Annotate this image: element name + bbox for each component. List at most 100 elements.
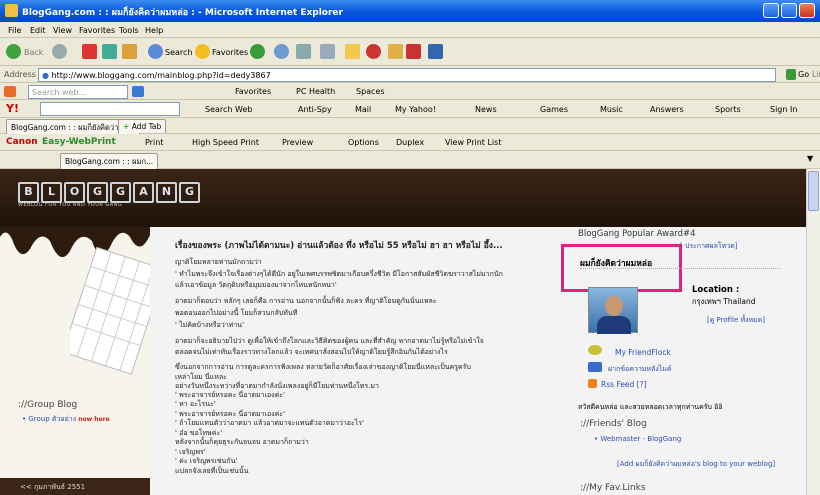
tab-list-arrow-icon[interactable]: ▼ [807, 154, 813, 163]
yahoo-news[interactable]: News [475, 105, 497, 114]
research-icon[interactable] [388, 44, 403, 59]
post-title[interactable]: เรื่องของพระ (ภาพไม่ได้ตามนะ) อ่านแล้วต้… [175, 238, 503, 252]
month-nav[interactable]: << กุมภาพันธ์ 2551 [0, 478, 150, 495]
canon-print[interactable]: Print [145, 138, 163, 147]
close-button[interactable] [799, 3, 815, 18]
msn-search-icon[interactable] [132, 86, 144, 97]
window-title: BlogGang.com : : ผมก็ยังคิดว่าผมหล่อ : -… [22, 8, 343, 18]
page-icon: ● [42, 71, 52, 80]
profile-link[interactable]: [ดู Profile ทั้งหมด] [707, 315, 765, 326]
friends-blog-title: ://Friends' Blog [580, 419, 647, 429]
vertical-scrollbar[interactable] [806, 169, 820, 495]
post-line: อาตมาก็จะอธิบายไปว่า ดูเพื่อให้เข้าถึงโล… [175, 337, 484, 345]
friendflock-link[interactable]: My FriendFlock [615, 348, 671, 357]
forward-icon[interactable] [52, 44, 67, 59]
yahoo-games[interactable]: Games [540, 105, 568, 114]
folder-icon[interactable] [345, 44, 360, 59]
yahoo-mail[interactable]: Mail [355, 105, 371, 114]
yahoo-search-input[interactable] [40, 102, 180, 116]
yahoo-search-web[interactable]: Search Web [205, 105, 252, 114]
back-icon[interactable] [6, 44, 21, 59]
canon-viewlist[interactable]: View Print List [445, 138, 501, 147]
menu-bar: File Edit View Favorites Tools Help [0, 22, 820, 38]
search-label[interactable]: Search [165, 48, 192, 57]
canon-product[interactable]: Easy-WebPrint [42, 137, 116, 147]
rss-link[interactable]: Rss Feed [?] [601, 380, 647, 389]
friendflock-icon [588, 345, 602, 355]
menu-edit[interactable]: Edit [30, 26, 46, 35]
yahoo-answers[interactable]: Answers [650, 105, 684, 114]
favorites-label[interactable]: Favorites [212, 48, 248, 57]
add-to-weblog-link[interactable]: [Add ผมก็ยังคิดว่าผมหล่อ's blog to your … [617, 459, 775, 470]
msn-favorites[interactable]: Favorites [235, 87, 271, 96]
avatar[interactable] [588, 287, 638, 334]
address-bar: Address ● http://www.bloggang.com/mainbl… [0, 66, 820, 83]
favorites-star-icon[interactable] [195, 44, 210, 59]
menu-favorites[interactable]: Favorites [79, 26, 115, 35]
maximize-button[interactable] [781, 3, 797, 18]
post-line: อาตมาก็ตอบว่า หลักๆ เลยก็คือ การอ่าน นอก… [175, 297, 437, 305]
group-blog-item[interactable]: • Group ตัวอย่าง now here [22, 414, 110, 425]
yahoo-logo[interactable]: Y! [6, 102, 19, 115]
yahoo-myyahoo[interactable]: My Yahoo! [395, 105, 436, 114]
yahoo-antispy[interactable]: Anti-Spy [298, 105, 332, 114]
yahoo-signin[interactable]: Sign In [770, 105, 797, 114]
print-icon[interactable] [296, 44, 311, 59]
divider [580, 268, 780, 269]
avatar-face [605, 296, 623, 316]
greeting-text: สวัสดีคนหล่อ และสวยหลอดเวลาทุกท่านครับ อ… [578, 403, 723, 411]
msn-search-input[interactable]: Search web... [28, 85, 128, 99]
stop-icon[interactable] [82, 44, 97, 59]
links-icon[interactable] [428, 44, 443, 59]
menu-view[interactable]: View [53, 26, 72, 35]
msn-spaces[interactable]: Spaces [356, 87, 385, 96]
media-icon[interactable] [406, 44, 421, 59]
menu-file[interactable]: File [8, 26, 21, 35]
fav-tab[interactable]: BlogGang.com : : ผมก... [60, 153, 159, 170]
webmaster-link[interactable]: • Webmaster - BlogGang [594, 435, 681, 443]
msn-pchealth[interactable]: PC Health [296, 87, 335, 96]
minimize-button[interactable] [763, 3, 779, 18]
yahoo-sports[interactable]: Sports [715, 105, 741, 114]
award-link[interactable]: [ ประกาศผลโหวต] [680, 241, 738, 252]
location-value: กรุงเทพฯ Thailand [692, 297, 756, 306]
canon-toolbar: Canon Easy-WebPrint Print High Speed Pri… [0, 134, 820, 151]
menu-help[interactable]: Help [145, 26, 163, 35]
logo-tagline: WEBLOG FOR YOU AND YOUR GANG [18, 202, 123, 208]
award-title: BlogGang Popular Award#4 [578, 229, 696, 239]
send-message-link[interactable]: ฝากข้อความหลังไมค์ [608, 364, 672, 375]
search-icon[interactable] [148, 44, 163, 59]
address-input[interactable]: ● http://www.bloggang.com/mainblog.php?i… [38, 68, 776, 82]
canon-duplex[interactable]: Duplex [396, 138, 424, 147]
refresh-icon[interactable] [102, 44, 117, 59]
mail-icon[interactable] [274, 44, 289, 59]
back-label: Back [24, 48, 44, 57]
canon-logo: Canon [6, 137, 38, 147]
home-icon[interactable] [122, 44, 137, 59]
canon-options[interactable]: Options [348, 138, 379, 147]
edit-icon[interactable] [320, 44, 335, 59]
post-line: ' ไม่คิดบ้างหรือว่าท่าน' [175, 321, 244, 329]
links-label[interactable]: Lin [812, 70, 820, 79]
yahoo-music[interactable]: Music [600, 105, 623, 114]
standard-toolbar: Back Search Favorites [0, 38, 820, 66]
msn-toolbar: Search web... Favorites PC Health Spaces [0, 83, 820, 100]
history-icon[interactable] [250, 44, 265, 59]
title-bar: BlogGang.com : : ผมก็ยังคิดว่าผมหล่อ : -… [0, 0, 820, 22]
message-icon [588, 362, 602, 372]
ie-icon [5, 4, 18, 17]
canon-preview[interactable]: Preview [282, 138, 313, 147]
fav-links-title: ://My Fav.Links [580, 483, 646, 493]
messenger-icon[interactable] [366, 44, 381, 59]
address-url: http://www.bloggang.com/mainblog.php?id=… [51, 71, 271, 80]
menu-tools[interactable]: Tools [119, 26, 139, 35]
go-label[interactable]: Go [798, 70, 809, 79]
go-icon[interactable] [786, 69, 796, 80]
msn-icon[interactable] [4, 86, 16, 97]
calendar-graphic [70, 246, 150, 375]
canon-hsprint[interactable]: High Speed Print [192, 138, 259, 147]
bloggang-logo[interactable]: BLOGGANG [18, 182, 200, 203]
add-tab-button[interactable]: + Add Tab [118, 119, 167, 133]
scrollbar-thumb[interactable] [808, 171, 819, 211]
post-line: ตลอดจนไม่เท่าทันเรื่องราวทางโลกแล้ว จะเท… [175, 348, 448, 356]
